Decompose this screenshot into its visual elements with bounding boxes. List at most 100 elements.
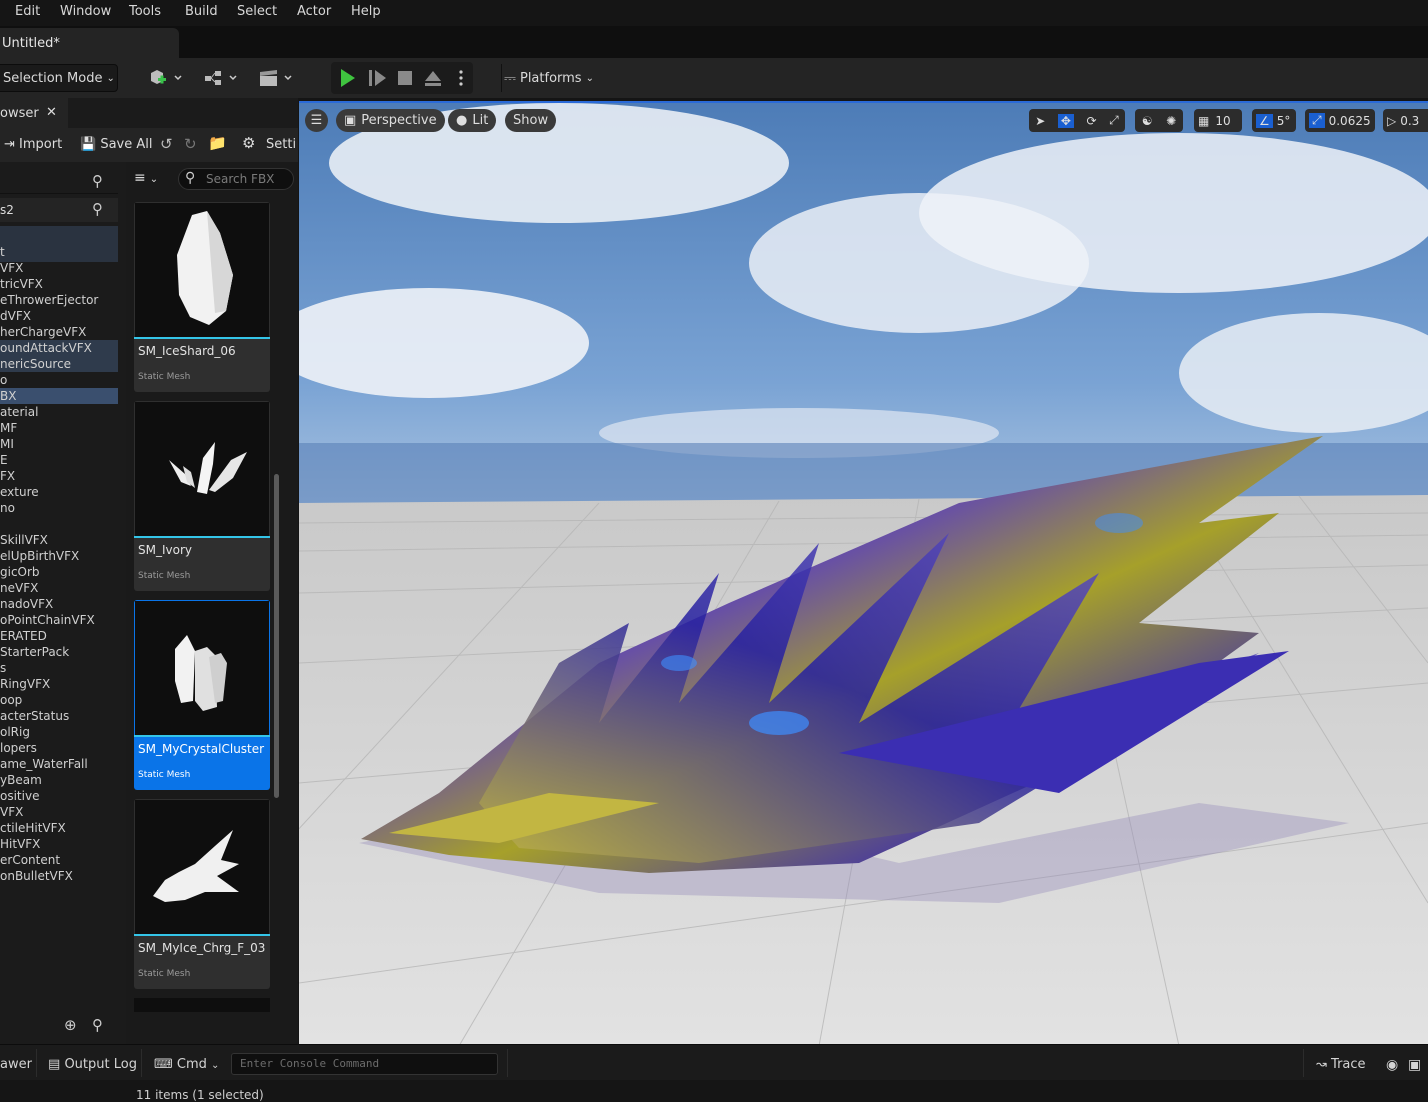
folder-icon[interactable]: 📁 (208, 134, 227, 152)
rotate-icon[interactable]: ⟳ (1086, 114, 1096, 128)
derived-data-icon[interactable]: ◉ (1386, 1057, 1398, 1073)
asset-scrollbar[interactable] (274, 474, 279, 798)
asset-tile-iceshard[interactable]: SM_IceShard_06 Static Mesh (134, 202, 270, 392)
add-folder-icon[interactable]: ⊕ (64, 1016, 77, 1034)
angle-snap-button[interactable]: ∠ 5° (1252, 109, 1296, 132)
import-button[interactable]: ⇥ Import (4, 137, 62, 152)
tree-item[interactable]: VFX (0, 260, 118, 276)
menu-tools[interactable]: Tools (129, 4, 161, 19)
perspective-button[interactable]: ▣ Perspective (336, 109, 445, 132)
stop-icon[interactable] (398, 71, 412, 85)
output-log-button[interactable]: ▤ Output Log (48, 1057, 137, 1072)
play-icon[interactable] (341, 69, 355, 87)
console-input[interactable]: Enter Console Command (231, 1053, 498, 1075)
tree-item[interactable]: t (0, 244, 118, 260)
tree-item[interactable]: ctileHitVFX (0, 820, 118, 836)
menu-build[interactable]: Build (185, 4, 218, 19)
tree-item[interactable]: neVFX (0, 580, 118, 596)
tree-search[interactable]: ⚲ (0, 168, 118, 194)
search-icon[interactable]: ⚲ (92, 200, 103, 218)
level-viewport[interactable]: ☰ ▣ Perspective ● Lit Show ➤ ✥ ⟳ ⤢ ☯ ✺ ▦ 1… (299, 101, 1428, 1044)
tree-item[interactable]: olRig (0, 724, 118, 740)
close-icon[interactable]: ✕ (46, 105, 57, 120)
tree-item[interactable]: o (0, 372, 118, 388)
asset-tile-ice-charge[interactable]: SM_MyIce_Chrg_F_03 Static Mesh (134, 799, 270, 989)
document-tab[interactable]: Untitled* (0, 28, 179, 58)
tree-item[interactable]: erContent (0, 852, 118, 868)
search-icon[interactable]: ⚲ (92, 172, 103, 190)
grid-snap-button[interactable]: ▦ 10 (1194, 109, 1242, 132)
tree-item[interactable]: RingVFX (0, 676, 118, 692)
tree-item[interactable]: StarterPack (0, 644, 118, 660)
filter-dropdown[interactable]: ≡ ⌄ (134, 170, 170, 190)
tree-item[interactable]: aterial (0, 404, 118, 420)
tree-item[interactable]: dVFX (0, 308, 118, 324)
tree-item[interactable]: elUpBirthVFX (0, 548, 118, 564)
tree-item[interactable]: ositive (0, 788, 118, 804)
tree-item[interactable]: MF (0, 420, 118, 436)
trace-button[interactable]: ↝ Trace (1316, 1057, 1366, 1072)
gear-icon[interactable]: ⚙ (242, 134, 255, 152)
tree-item[interactable]: tricVFX (0, 276, 118, 292)
tree-item[interactable]: onBulletVFX (0, 868, 118, 884)
tree-item[interactable]: HitVFX (0, 836, 118, 852)
tree-item[interactable]: eThrowerEjector (0, 292, 118, 308)
content-drawer-button[interactable]: awer (0, 1057, 32, 1072)
move-icon[interactable]: ✥ (1057, 113, 1074, 128)
tree-item[interactable]: ame_WaterFall (0, 756, 118, 772)
tree-item[interactable]: no (0, 500, 118, 516)
tree-item[interactable]: lopers (0, 740, 118, 756)
tree-item[interactable]: exture (0, 484, 118, 500)
tree-item[interactable]: oundAttackVFX (0, 340, 118, 356)
settings-label[interactable]: Setti (266, 137, 296, 152)
tree-item[interactable]: gicOrb (0, 564, 118, 580)
source-control-icon[interactable]: ▣ (1408, 1057, 1421, 1073)
tree-item[interactable]: SkillVFX (0, 532, 118, 548)
menu-edit[interactable]: Edit (15, 4, 40, 19)
menu-select[interactable]: Select (237, 4, 277, 19)
tree-item[interactable]: yBeam (0, 772, 118, 788)
tree-item[interactable]: nericSource (0, 356, 118, 372)
tree-item[interactable]: nadoVFX (0, 596, 118, 612)
tree-item[interactable]: VFX (0, 804, 118, 820)
show-button[interactable]: Show (505, 109, 557, 132)
viewport-scene[interactable] (299, 103, 1428, 1044)
content-browser-tab[interactable]: owser ✕ (0, 98, 68, 128)
cmd-dropdown[interactable]: ⌨ Cmd ⌄ (154, 1057, 219, 1072)
tree-item[interactable]: herChargeVFX (0, 324, 118, 340)
surface-snap-icon[interactable]: ✺ (1166, 114, 1176, 128)
tree-item[interactable] (0, 516, 118, 532)
eject-icon[interactable] (425, 71, 441, 86)
tree-item[interactable]: BX (0, 388, 118, 404)
back-arrow-icon[interactable]: ↺ (160, 135, 173, 153)
world-icon[interactable]: ☯ (1142, 114, 1153, 128)
scale-icon[interactable]: ⤢ (1109, 113, 1119, 128)
viewport-menu-button[interactable]: ☰ (305, 109, 328, 132)
tree-item[interactable]: acterStatus (0, 708, 118, 724)
cinematics-button[interactable] (258, 64, 296, 92)
add-actor-button[interactable] (148, 64, 184, 92)
tree-item[interactable]: s (0, 660, 118, 676)
more-options-icon[interactable] (459, 70, 463, 74)
tree-item[interactable]: oPointChainVFX (0, 612, 118, 628)
blueprint-button[interactable] (203, 64, 241, 92)
save-all-button[interactable]: 💾 Save All (80, 137, 153, 152)
step-icon[interactable] (369, 70, 386, 86)
lit-button[interactable]: ● Lit (448, 109, 497, 132)
camera-speed-button[interactable]: ▷ 0.3 (1383, 109, 1428, 132)
asset-search-input[interactable]: ⚲ Search FBX (178, 168, 294, 190)
asset-tile-ivory[interactable]: SM_Ivory Static Mesh (134, 401, 270, 591)
tree-root-header[interactable]: s2 ⚲ (0, 198, 118, 222)
tree-item[interactable]: MI (0, 436, 118, 452)
menu-actor[interactable]: Actor (297, 4, 331, 19)
search-icon[interactable]: ⚲ (92, 1016, 103, 1034)
scale-snap-button[interactable]: ⤢ 0.0625 (1305, 109, 1375, 132)
tree-item[interactable]: ERATED (0, 628, 118, 644)
tree-item[interactable]: oop (0, 692, 118, 708)
asset-tile-crystal-cluster[interactable]: SM_MyCrystalCluster Static Mesh (134, 600, 270, 790)
select-arrow-icon[interactable]: ➤ (1035, 114, 1045, 128)
menu-window[interactable]: Window (60, 4, 111, 19)
menu-help[interactable]: Help (351, 4, 381, 19)
platforms-dropdown[interactable]: ⎓ Platforms ⌄ (501, 64, 594, 92)
forward-arrow-icon[interactable]: ↻ (184, 135, 197, 153)
